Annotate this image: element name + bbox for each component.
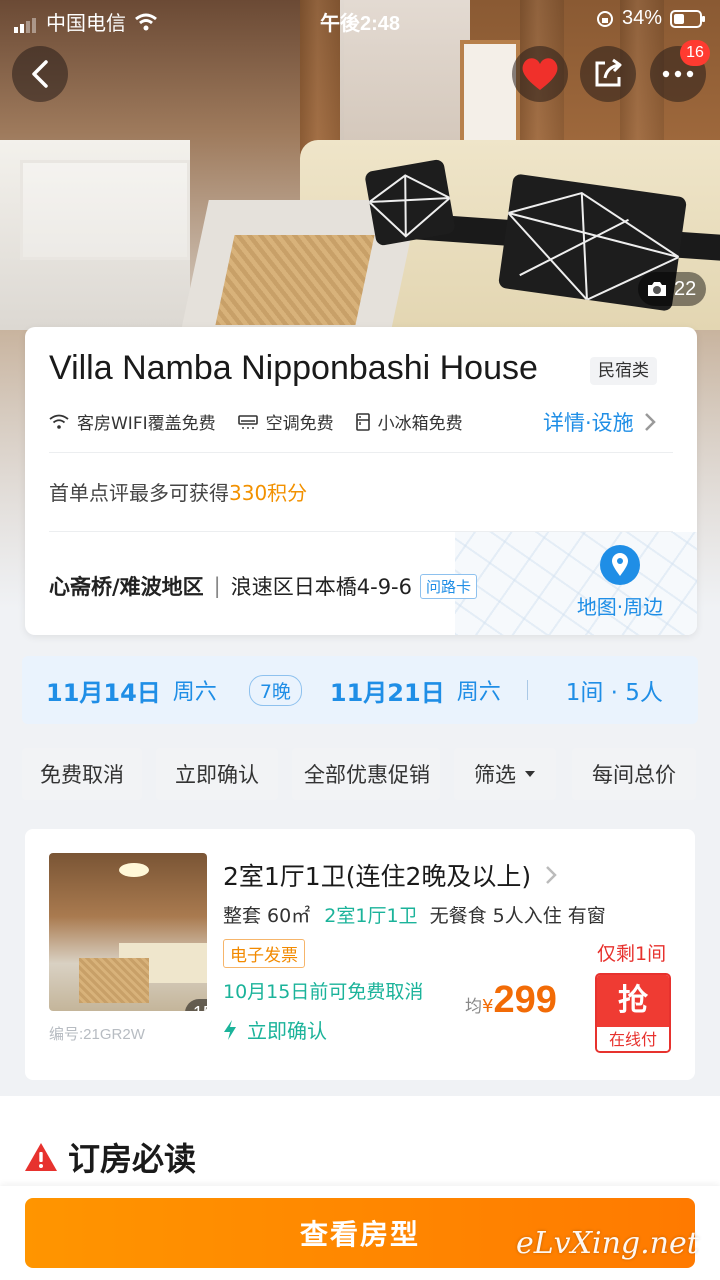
checkin-date[interactable]: 11月14日 bbox=[46, 673, 161, 708]
amenity-item: 客房WIFI覆盖免费 bbox=[49, 409, 216, 434]
divider bbox=[49, 452, 673, 453]
room-photo-count: 15 bbox=[185, 999, 207, 1011]
share-button[interactable] bbox=[580, 46, 636, 102]
room-code: 编号:21GR2W bbox=[49, 1026, 145, 1043]
points-prefix: 首单点评最多可获得 bbox=[49, 481, 229, 505]
address-separator: | bbox=[213, 574, 221, 598]
route-card-button[interactable]: 问路卡 bbox=[420, 573, 478, 599]
checkout-weekday: 周六 bbox=[456, 680, 501, 705]
room-photo[interactable]: 15 bbox=[49, 853, 207, 1011]
amenity-item: 小冰箱免费 bbox=[355, 409, 463, 434]
back-button[interactable] bbox=[12, 46, 68, 102]
chevron-right-icon bbox=[644, 413, 656, 431]
room-specs: 整套 60㎡ 2室1厅1卫 无餐食 5人入住 有窗 bbox=[223, 901, 606, 928]
photo-count-value: 22 bbox=[674, 277, 697, 300]
chevron-left-icon bbox=[32, 60, 48, 88]
instant-confirm-label: 立即确认 bbox=[223, 1015, 327, 1044]
date-guest-selector[interactable]: 11月14日 周六 7晚 11月21日 周六 1间 · 5人 bbox=[22, 656, 698, 724]
room-title-row[interactable]: 2室1厅1卫(连住2晚及以上) bbox=[223, 857, 557, 893]
amenity-label: 小冰箱免费 bbox=[377, 414, 463, 434]
booking-notice-title-row: 订房必读 bbox=[24, 1134, 196, 1180]
hero-pillow bbox=[364, 158, 456, 247]
room-photo-mat bbox=[79, 958, 149, 1003]
battery-percent: 34% bbox=[621, 7, 662, 29]
watermark: eLvXing.net bbox=[516, 1226, 699, 1261]
points-highlight: 330积分 bbox=[229, 481, 308, 505]
rooms-guests[interactable]: 1间 · 5人 bbox=[566, 673, 663, 707]
price-value: 299 bbox=[493, 979, 557, 1021]
map-label: 地图·周边 bbox=[576, 595, 664, 619]
date-separator bbox=[526, 680, 528, 700]
warning-icon bbox=[25, 1143, 57, 1171]
area-name: 心斋桥/难波地区 bbox=[49, 575, 204, 599]
map-surroundings-button[interactable]: 地图·周边 bbox=[565, 545, 675, 620]
filter-screen-button[interactable]: 筛选 bbox=[454, 748, 556, 800]
chevron-right-icon bbox=[546, 866, 557, 884]
air-conditioner-icon bbox=[237, 414, 258, 429]
address-row[interactable]: 心斋桥/难波地区 | 浪速区日本橋4-9-6 问路卡 bbox=[49, 571, 478, 601]
amenity-label: 客房WIFI覆盖免费 bbox=[77, 414, 216, 434]
book-now-label: 抢 bbox=[597, 975, 669, 1027]
amenity-label: 空调免费 bbox=[265, 414, 334, 434]
camera-icon bbox=[648, 282, 666, 296]
rooms-left: 仅剩1间 bbox=[597, 943, 667, 965]
filter-free-cancel[interactable]: 免费取消 bbox=[22, 748, 142, 800]
price-prefix: 均 bbox=[465, 997, 482, 1017]
filter-screen-label: 筛选 bbox=[474, 763, 516, 787]
hero-shelf bbox=[20, 160, 190, 260]
fridge-icon bbox=[355, 412, 370, 431]
room-title: 2室1厅1卫(连住2晚及以上) bbox=[223, 862, 532, 891]
amenity-list: 客房WIFI覆盖免费 空调免费 小冰箱免费 bbox=[49, 409, 463, 434]
filter-chips: 免费取消 立即确认 全部优惠促销 筛选 每间总价 bbox=[22, 748, 720, 800]
booking-notice-title: 订房必读 bbox=[68, 1140, 197, 1178]
status-bar: 中国电信 午後2:48 34% bbox=[0, 0, 720, 40]
e-invoice-tag: 电子发票 bbox=[223, 939, 305, 968]
nights-count: 7晚 bbox=[248, 674, 302, 706]
more-dots-icon bbox=[662, 70, 694, 78]
heart-icon bbox=[522, 58, 558, 90]
free-cancel-policy: 10月15日前可免费取消 bbox=[223, 981, 424, 1003]
book-now-button[interactable]: 抢 在线付 bbox=[595, 973, 671, 1053]
checkin-weekday: 周六 bbox=[172, 680, 217, 705]
message-badge: 16 bbox=[680, 40, 710, 66]
photo-count-button[interactable]: 22 bbox=[638, 272, 707, 306]
favorite-button[interactable] bbox=[512, 46, 568, 102]
caret-down-icon bbox=[525, 771, 535, 777]
hotel-info-card: Villa Namba Nipponbashi House 民宿类 客房WIFI… bbox=[25, 327, 697, 635]
street-address: 浪速区日本橋4-9-6 bbox=[230, 575, 412, 599]
pay-online-label: 在线付 bbox=[597, 1027, 669, 1051]
details-facilities-label: 详情·设施 bbox=[543, 411, 634, 435]
filter-total-price[interactable]: 每间总价 bbox=[572, 748, 696, 800]
battery-icon bbox=[670, 9, 705, 28]
room-layout: 2室1厅1卫 bbox=[324, 905, 418, 927]
hotel-name: Villa Namba Nipponbashi House bbox=[49, 349, 538, 387]
price-currency: ¥ bbox=[482, 996, 494, 1017]
location-pin-icon bbox=[600, 545, 640, 585]
room-specs-suffix: 无餐食 5人入住 有窗 bbox=[429, 905, 606, 927]
wifi-icon bbox=[49, 414, 69, 429]
amenity-item: 空调免费 bbox=[237, 409, 334, 434]
checkout-date[interactable]: 11月21日 bbox=[330, 673, 445, 708]
room-photo-light bbox=[119, 863, 149, 877]
room-card[interactable]: 15 编号:21GR2W 2室1厅1卫(连住2晚及以上) 整套 60㎡ 2室1厅… bbox=[25, 829, 695, 1080]
room-list: 15 编号:21GR2W 2室1厅1卫(连住2晚及以上) 整套 60㎡ 2室1厅… bbox=[0, 815, 720, 1095]
hotel-type-tag: 民宿类 bbox=[590, 357, 657, 385]
filter-all-promotions[interactable]: 全部优惠促销 bbox=[292, 748, 440, 800]
instant-confirm-text: 立即确认 bbox=[247, 1019, 327, 1043]
hero-mat bbox=[215, 235, 375, 325]
details-facilities-link[interactable]: 详情·设施 bbox=[543, 407, 656, 437]
rotation-lock-icon bbox=[596, 10, 613, 27]
review-points-promo: 首单点评最多可获得330积分 bbox=[49, 477, 307, 506]
lightning-icon bbox=[224, 1019, 236, 1040]
share-icon bbox=[595, 58, 622, 87]
filter-instant-confirm[interactable]: 立即确认 bbox=[156, 748, 278, 800]
room-price: 均¥299 bbox=[465, 979, 557, 1022]
room-specs-prefix: 整套 60㎡ bbox=[223, 905, 311, 927]
